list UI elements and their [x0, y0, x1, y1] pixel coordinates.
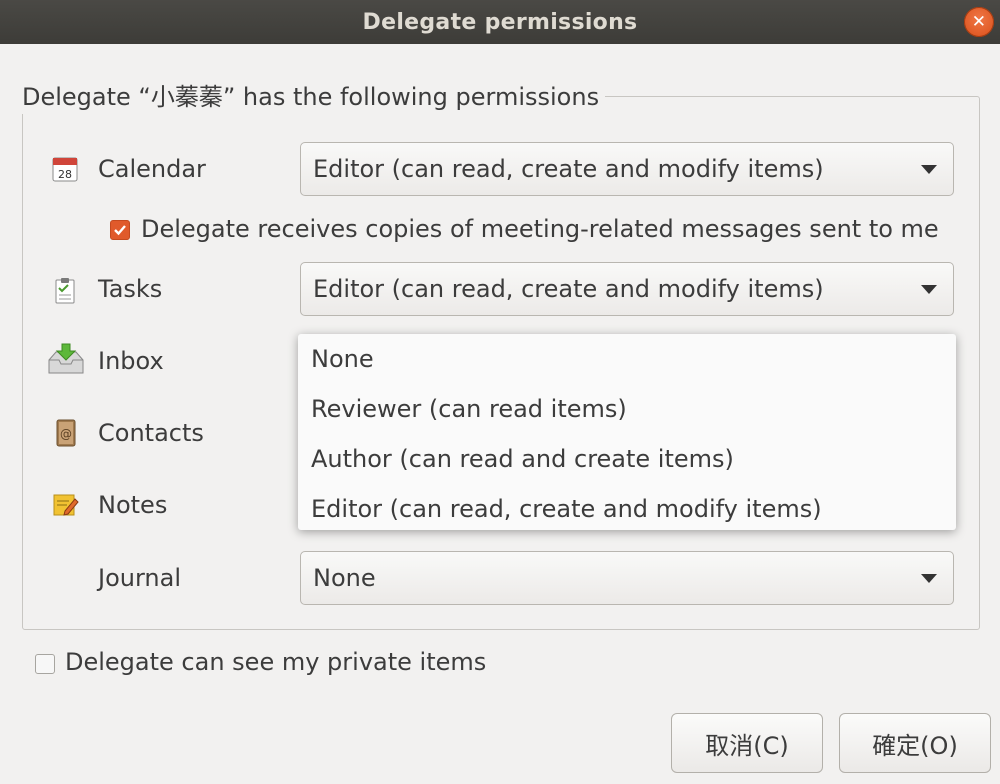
- svg-text:@: @: [60, 427, 72, 441]
- notes-label: Notes: [98, 491, 168, 519]
- close-icon: ✕: [971, 12, 987, 32]
- private-items-label: Delegate can see my private items: [65, 648, 487, 676]
- calendar-icon: 28: [50, 154, 80, 184]
- notes-icon: [50, 490, 80, 520]
- meeting-copies-label: Delegate receives copies of meeting-rela…: [141, 215, 939, 243]
- contacts-icon: @: [50, 418, 80, 448]
- close-button[interactable]: ✕: [964, 7, 994, 37]
- journal-permission-value: None: [313, 564, 376, 592]
- meeting-copies-checkbox[interactable]: [110, 220, 130, 240]
- ok-button[interactable]: 確定(O): [839, 713, 991, 773]
- tasks-permission-value: Editor (can read, create and modify item…: [313, 275, 824, 303]
- calendar-permission-combo[interactable]: Editor (can read, create and modify item…: [300, 142, 954, 196]
- calendar-permission-value: Editor (can read, create and modify item…: [313, 155, 824, 183]
- dropdown-option-none[interactable]: None: [311, 342, 374, 376]
- cancel-button[interactable]: 取消(C): [671, 713, 823, 773]
- chevron-down-icon: [921, 573, 937, 583]
- window-title: Delegate permissions: [362, 9, 638, 35]
- private-items-checkbox[interactable]: [35, 654, 55, 674]
- tasks-icon: [50, 276, 80, 306]
- calendar-label: Calendar: [98, 155, 206, 183]
- permissions-group-title: Delegate “小蓁蓁” has the following permiss…: [22, 80, 606, 114]
- calendar-icon-day: 28: [58, 168, 72, 181]
- journal-label: Journal: [98, 564, 182, 592]
- inbox-label: Inbox: [98, 347, 164, 375]
- contacts-label: Contacts: [98, 419, 204, 447]
- checkmark-icon: [114, 225, 126, 236]
- journal-permission-combo[interactable]: None: [300, 551, 954, 605]
- chevron-down-icon: [921, 164, 937, 174]
- tasks-label: Tasks: [98, 275, 163, 303]
- title-bar: Delegate permissions ✕: [0, 0, 1000, 44]
- dropdown-option-author[interactable]: Author (can read and create items): [311, 442, 734, 476]
- tasks-permission-combo[interactable]: Editor (can read, create and modify item…: [300, 262, 954, 316]
- chevron-down-icon: [921, 284, 937, 294]
- inbox-icon: [46, 343, 86, 374]
- dropdown-option-editor[interactable]: Editor (can read, create and modify item…: [311, 492, 822, 526]
- permission-dropdown-menu: None Reviewer (can read items) Author (c…: [298, 334, 956, 530]
- dropdown-option-reviewer[interactable]: Reviewer (can read items): [311, 392, 627, 426]
